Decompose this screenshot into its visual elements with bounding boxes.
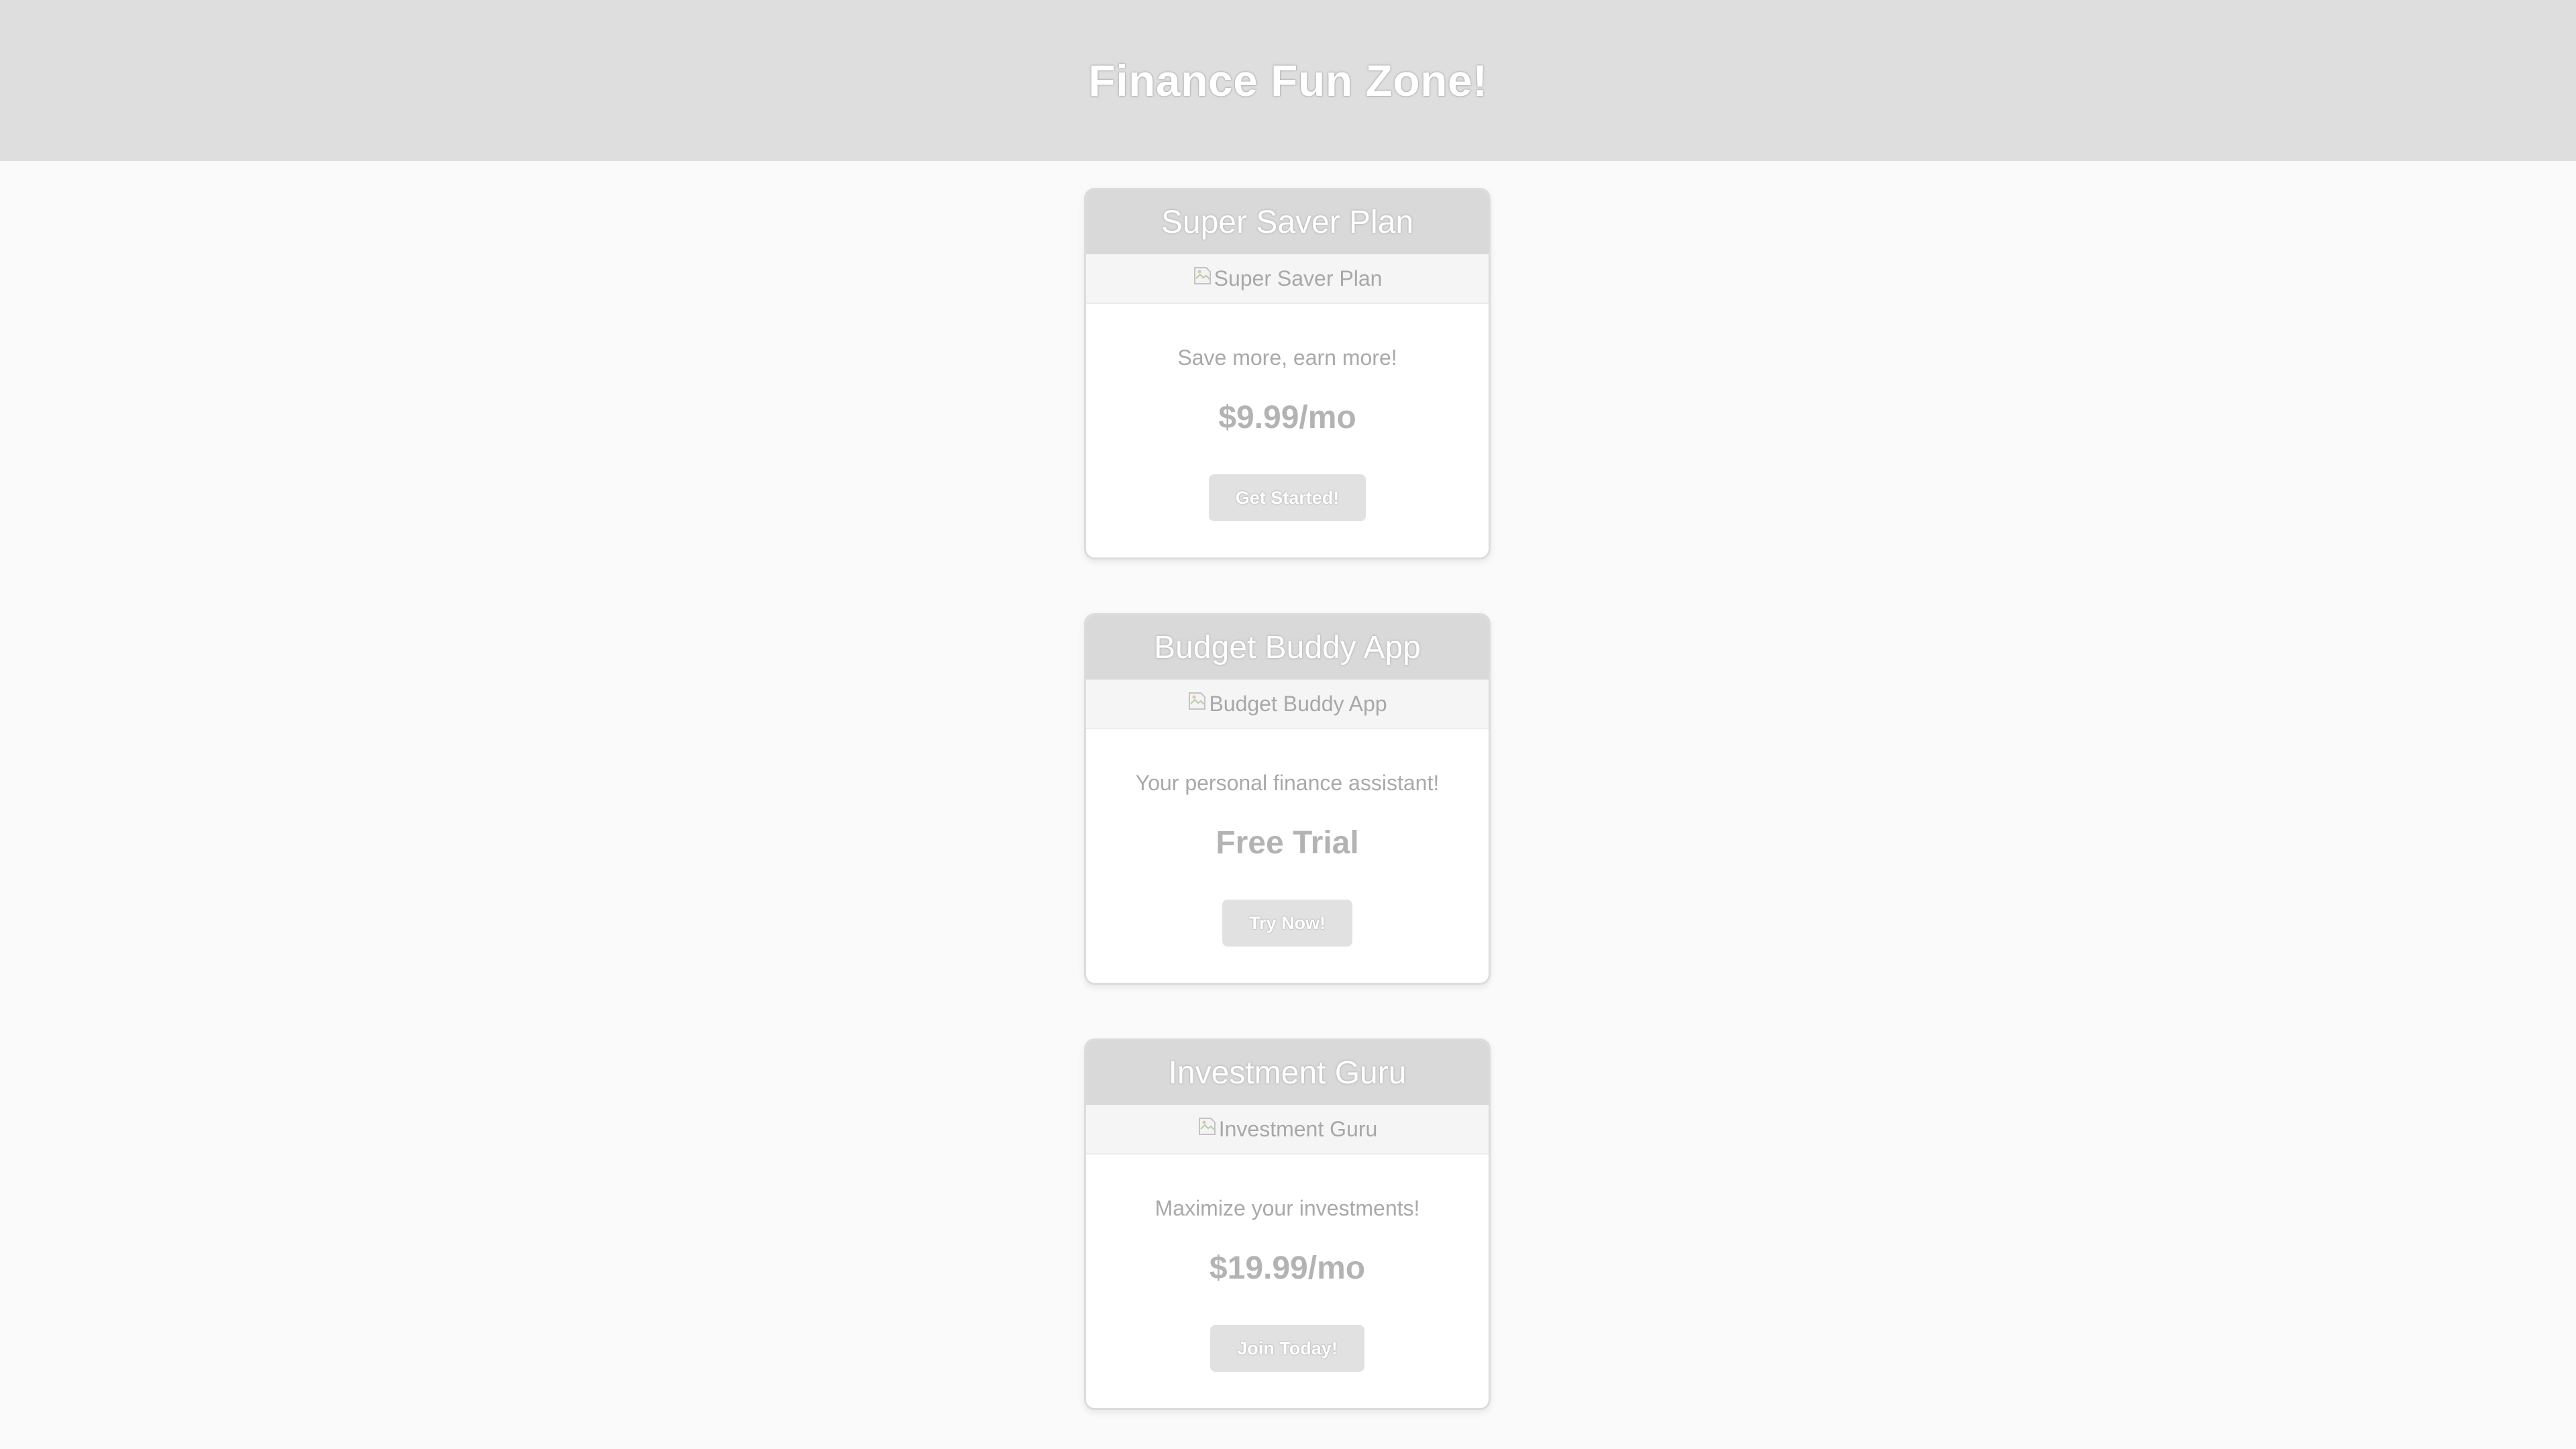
broken-image-icon [1187,690,1208,712]
card-price: $19.99/mo [1209,1250,1366,1286]
card-image: Budget Buddy App [1086,680,1489,729]
card-image-alt: Budget Buddy App [1209,691,1387,716]
card-description: Maximize your investments! [1155,1196,1420,1220]
broken-image-icon [1197,1116,1218,1137]
card-price: Free Trial [1216,825,1359,861]
card-title: Investment Guru [1086,1040,1489,1105]
page-title: Finance Fun Zone! [1088,56,1488,105]
try-now-button[interactable]: Try Now! [1222,900,1352,947]
get-started-button[interactable]: Get Started! [1208,474,1366,521]
plan-card-budget-buddy: Budget Buddy App Budget Buddy App Your p… [1084,613,1491,985]
broken-image-icon [1193,265,1213,286]
card-price: $9.99/mo [1218,400,1356,435]
card-image-alt: Investment Guru [1218,1116,1378,1141]
plan-card-super-saver: Super Saver Plan Super Saver Plan Save m… [1084,188,1491,559]
card-image: Super Saver Plan [1086,254,1489,304]
join-today-button[interactable]: Join Today! [1210,1325,1364,1372]
card-description: Your personal finance assistant! [1135,771,1440,795]
card-title: Budget Buddy App [1086,615,1489,680]
plan-card-investment-guru: Investment Guru Investment Guru Maximize… [1084,1038,1491,1410]
page-header: Finance Fun Zone! [0,0,2576,161]
card-image-alt: Super Saver Plan [1214,266,1383,290]
card-title: Super Saver Plan [1086,190,1489,254]
card-image: Investment Guru [1086,1105,1489,1155]
card-description: Save more, earn more! [1177,345,1397,370]
